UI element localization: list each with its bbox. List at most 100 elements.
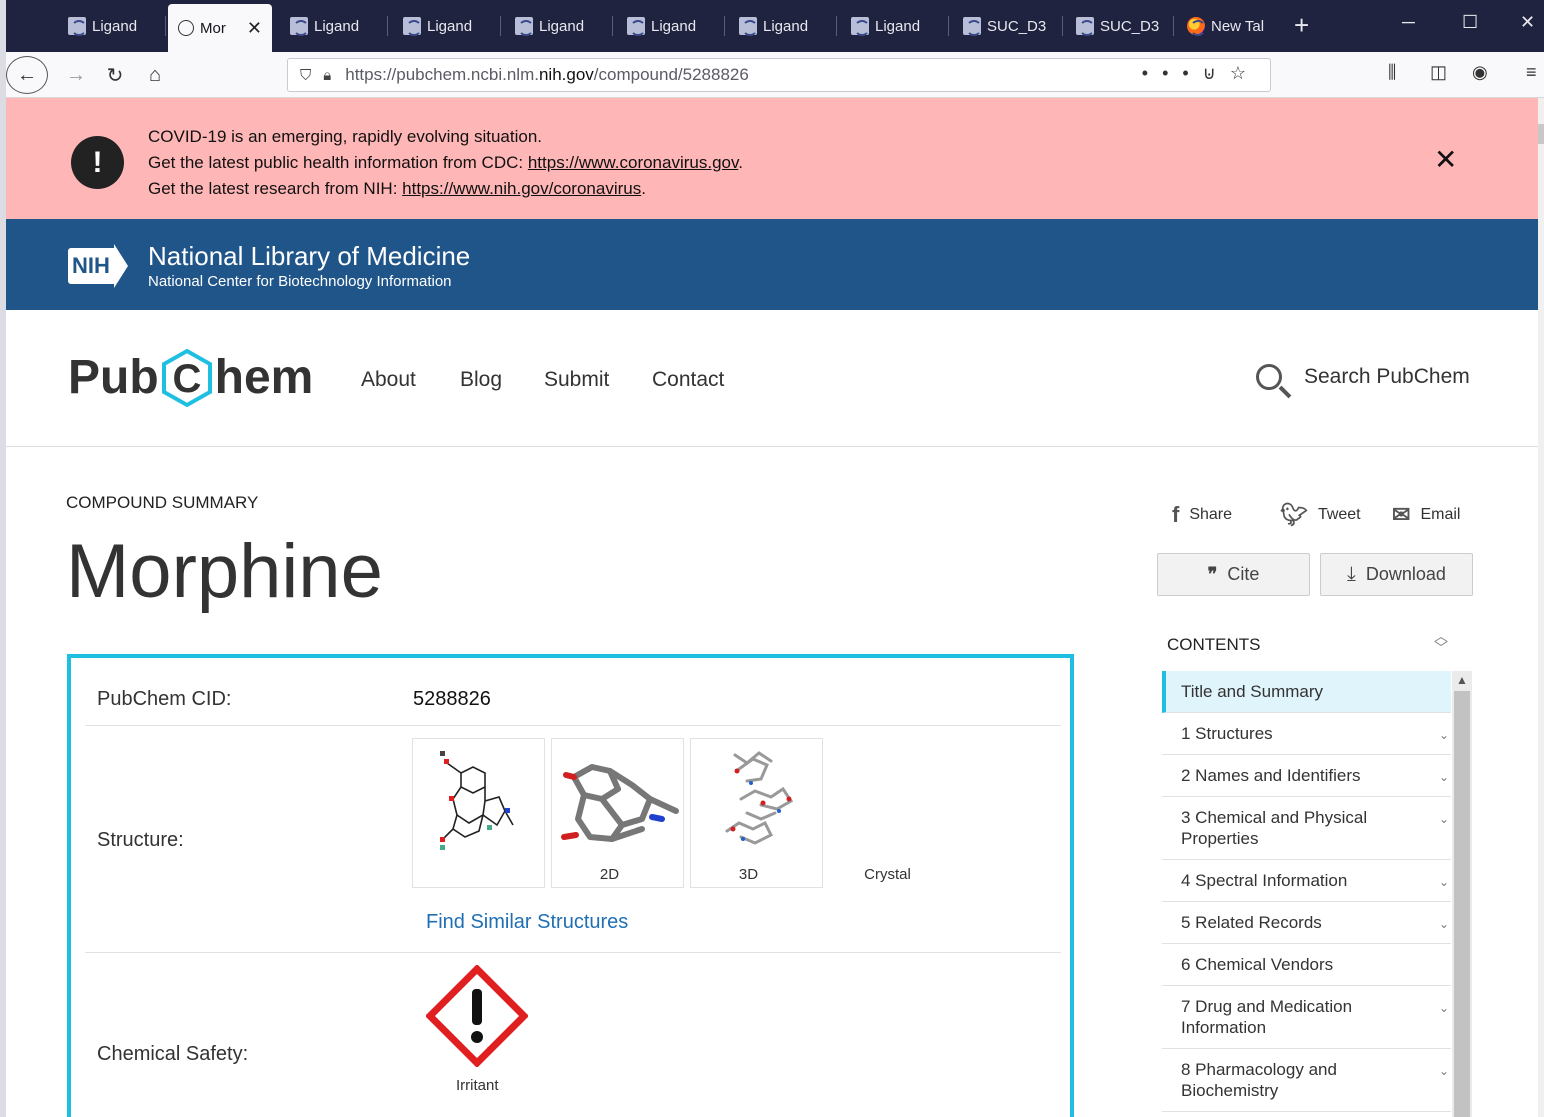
toc-scrollbar-thumb[interactable] xyxy=(1454,691,1470,1117)
find-similar-structures-link[interactable]: Find Similar Structures xyxy=(426,911,628,934)
chevron-down-icon[interactable]: ⌄ xyxy=(1439,914,1449,935)
pocket-icon[interactable]: ⊍ xyxy=(1203,63,1230,83)
email-button[interactable]: ✉ Email xyxy=(1392,502,1460,528)
pubchem-logo[interactable]: Pub C hem xyxy=(68,348,313,408)
home-icon[interactable]: ⌂ xyxy=(140,60,170,90)
copyright-favicon-icon xyxy=(178,20,194,36)
nav-about[interactable]: About xyxy=(361,368,416,392)
alert-close-icon[interactable]: ✕ xyxy=(1434,143,1457,176)
tracking-shield-icon[interactable]: ⛉ xyxy=(300,67,311,84)
tab-label: Ligand xyxy=(427,17,473,35)
chemical-safety-row: Chemical Safety: Irritant xyxy=(85,953,1061,1117)
ligand-favicon-icon xyxy=(627,17,646,36)
reload-icon[interactable]: ↻ xyxy=(100,60,130,90)
nlm-title[interactable]: National Library of Medicine xyxy=(148,241,470,272)
chevron-down-icon[interactable]: ⌄ xyxy=(1439,998,1449,1019)
twitter-bird-icon: 🐦︎ xyxy=(1280,502,1308,527)
nav-blog[interactable]: Blog xyxy=(460,368,502,392)
ligand-favicon-icon xyxy=(1076,17,1095,36)
tweet-button[interactable]: 🐦︎ Tweet xyxy=(1280,502,1361,528)
account-icon[interactable]: ◉ xyxy=(1472,62,1488,83)
chevron-down-icon[interactable]: ⌄ xyxy=(1439,1061,1449,1082)
toc-item-spectral-information[interactable]: 4 Spectral Information ⌄ xyxy=(1162,860,1451,902)
download-icon: ⤓ xyxy=(1347,563,1356,585)
download-button[interactable]: ⤓ Download xyxy=(1320,553,1473,596)
alert-line-2: Get the latest public health information… xyxy=(148,153,743,172)
toc-item-structures[interactable]: 1 Structures ⌄ xyxy=(1162,713,1451,755)
structure-crystal-thumb[interactable]: Crystal xyxy=(690,738,911,888)
tab-ligand[interactable]: Ligand xyxy=(280,8,388,44)
window-close-icon[interactable]: ✕ xyxy=(1520,12,1535,33)
tab-label: Ligand xyxy=(651,17,697,35)
tab-ligand[interactable]: Ligand xyxy=(617,8,725,44)
structure-3d-thumb[interactable]: 3D xyxy=(551,738,758,888)
structure-label: Structure: xyxy=(97,829,184,851)
tab-morphine-active[interactable]: Mor ✕ xyxy=(168,4,272,52)
toc-item-chemical-physical-properties[interactable]: 3 Chemical and Physical Properties ⌄ xyxy=(1162,797,1451,860)
page-actions-icon[interactable]: ••• xyxy=(1142,63,1203,83)
page-scrollbar[interactable] xyxy=(1538,98,1544,1117)
tab-ligand[interactable]: Ligand xyxy=(393,8,501,44)
tab-new-tab[interactable]: New Tal xyxy=(1177,8,1285,44)
molecule-3d-icon xyxy=(561,764,679,842)
ghs-irritant-pictogram[interactable]: Irritant xyxy=(425,964,529,1094)
search-pubchem-button[interactable]: Search PubChem xyxy=(1256,364,1470,390)
hexagon-c-icon: C xyxy=(161,348,213,408)
scroll-up-icon[interactable]: ▲ xyxy=(1456,673,1468,687)
ligand-favicon-icon xyxy=(851,17,870,36)
lock-icon[interactable]: 🔒︎ xyxy=(323,67,331,84)
nih-logo[interactable]: NIH xyxy=(68,244,128,288)
nav-contact[interactable]: Contact xyxy=(652,368,724,392)
nav-submit[interactable]: Submit xyxy=(544,368,609,392)
toc-item-drug-medication-information[interactable]: 7 Drug and Medication Information ⌄ xyxy=(1162,986,1451,1049)
quote-icon: ❞ xyxy=(1207,564,1218,584)
tab-ligand[interactable]: Ligand xyxy=(729,8,837,44)
tweet-label: Tweet xyxy=(1317,506,1361,523)
chevron-down-icon[interactable]: ⌄ xyxy=(1439,872,1449,893)
url-bar[interactable]: ⛉ 🔒︎ https://pubchem.ncbi.nlm.nih.gov/co… xyxy=(287,58,1271,92)
maximize-icon[interactable]: ☐ xyxy=(1462,12,1478,33)
page-scrollbar-thumb[interactable] xyxy=(1538,124,1544,144)
hamburger-menu-icon[interactable]: ≡ xyxy=(1526,62,1537,83)
sidebar-toggle-icon[interactable]: ◫ xyxy=(1430,62,1447,83)
tab-suc-d3[interactable]: SUC_D3 xyxy=(1066,8,1174,44)
toc-scrollbar[interactable]: ▲ xyxy=(1452,671,1472,1117)
toc-item-related-records[interactable]: 5 Related Records ⌄ xyxy=(1162,902,1451,944)
structure-row: Structure: 2D 3D Crystal Find Similar St… xyxy=(85,726,1061,953)
cite-button[interactable]: ❞ Cite xyxy=(1157,553,1310,596)
minimize-icon[interactable]: ─ xyxy=(1402,12,1415,33)
ghs-caption: Irritant xyxy=(456,1077,499,1094)
url-text[interactable]: https://pubchem.ncbi.nlm.nih.gov/compoun… xyxy=(345,65,749,85)
toc-item-chemical-vendors[interactable]: 6 Chemical Vendors xyxy=(1162,944,1451,986)
back-arrow-icon[interactable]: ← xyxy=(6,56,48,94)
nih-link[interactable]: https://www.nih.gov/coronavirus xyxy=(402,179,641,198)
tab-close-icon[interactable]: ✕ xyxy=(247,18,262,39)
chevron-down-icon[interactable]: ⌄ xyxy=(1439,725,1449,746)
tab-suc-d3[interactable]: SUC_D3 xyxy=(953,8,1063,44)
toc-item-pharmacology-biochemistry[interactable]: 8 Pharmacology and Biochemistry ⌄ xyxy=(1162,1049,1451,1112)
search-icon xyxy=(1256,364,1282,390)
ligand-favicon-icon xyxy=(515,17,534,36)
nih-logo-arrow xyxy=(113,244,128,288)
nlm-subtitle: National Center for Biotechnology Inform… xyxy=(148,273,452,290)
tab-ligand[interactable]: Ligand xyxy=(58,8,166,44)
share-button[interactable]: f Share xyxy=(1172,502,1232,528)
nlm-header: NIH National Library of Medicine Nationa… xyxy=(6,219,1538,310)
tab-ligand[interactable]: Ligand xyxy=(505,8,613,44)
cdc-link[interactable]: https://www.coronavirus.gov xyxy=(528,153,738,172)
browser-window: Ligand Mor ✕ Ligand Ligand Ligand Ligand xyxy=(0,0,1544,1117)
new-tab-plus-icon[interactable]: + xyxy=(1294,10,1309,41)
chevron-down-icon[interactable]: ⌄ xyxy=(1439,809,1449,830)
structure-2d-thumb[interactable]: 2D xyxy=(412,738,619,888)
contents-expand-collapse-icon[interactable]: ︿ ﹀ xyxy=(1434,629,1448,655)
tab-strip: Ligand Mor ✕ Ligand Ligand Ligand Ligand xyxy=(0,0,1544,1117)
library-icon[interactable]: ⫼ xyxy=(1388,62,1396,83)
tab-ligand[interactable]: Ligand xyxy=(841,8,949,44)
ligand-favicon-icon xyxy=(963,17,982,36)
toc-item-title-and-summary[interactable]: Title and Summary xyxy=(1162,671,1451,713)
toc-item-names-and-identifiers[interactable]: 2 Names and Identifiers ⌄ xyxy=(1162,755,1451,797)
url-actions: •••⊍☆ xyxy=(1142,63,1260,84)
forward-arrow-icon[interactable]: → xyxy=(61,60,91,90)
chevron-down-icon[interactable]: ⌄ xyxy=(1439,767,1449,788)
bookmark-star-icon[interactable]: ☆ xyxy=(1230,63,1260,83)
